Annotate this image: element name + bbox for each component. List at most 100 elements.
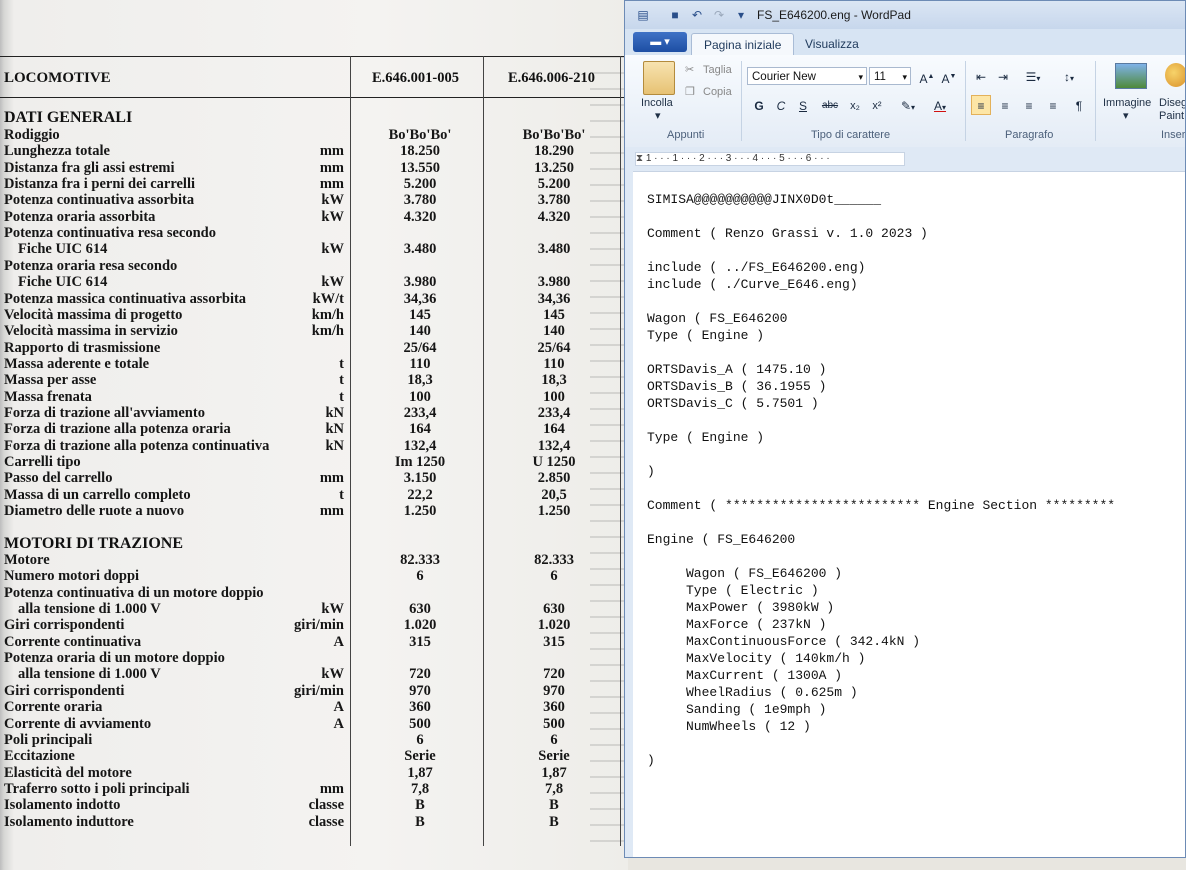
spec-value-series-2: 18,3 bbox=[541, 372, 567, 389]
font-family-select[interactable]: Courier New ▾ bbox=[747, 67, 867, 85]
justify-button[interactable]: ≡ bbox=[1043, 95, 1063, 115]
insert-paint-drawing-button[interactable]: Disegno di Paint bbox=[1159, 97, 1185, 123]
spec-label: Traferro sotto i poli principali bbox=[4, 780, 190, 797]
header-series-2: E.646.006-210 bbox=[508, 70, 595, 86]
line-spacing-button[interactable]: ↕▾ bbox=[1055, 66, 1083, 86]
chevron-down-icon: ▾ bbox=[858, 72, 863, 82]
table-row: Fiche UIC 614 kW 3.980 3.980 bbox=[0, 274, 628, 290]
spec-label: Potenza oraria di un motore doppio bbox=[4, 650, 225, 667]
table-row: Massa frenata t 100 100 bbox=[0, 389, 628, 405]
spec-label: Numero motori doppi bbox=[4, 568, 140, 585]
bullet-list-button[interactable]: ☰▾ bbox=[1019, 66, 1047, 86]
align-right-button[interactable]: ≡ bbox=[1019, 95, 1039, 115]
copy-button[interactable]: Copia bbox=[703, 86, 732, 98]
spec-value-series-2: Serie bbox=[538, 748, 570, 765]
spec-value-series-1: 132,4 bbox=[403, 437, 437, 454]
group-separator bbox=[1095, 61, 1096, 141]
spec-label: Massa frenata bbox=[4, 388, 92, 405]
redo-icon[interactable]: ↷ bbox=[711, 7, 727, 23]
paste-icon[interactable] bbox=[643, 61, 675, 95]
insert-picture-button[interactable]: Immagine bbox=[1103, 97, 1151, 109]
document-line: MaxContinuousForce ( 342.4kN ) bbox=[647, 634, 921, 649]
spec-label: Corrente oraria bbox=[4, 699, 103, 716]
spec-label: Potenza oraria assorbita bbox=[4, 208, 156, 225]
copy-icon[interactable]: ❐ bbox=[685, 85, 695, 98]
superscript-button[interactable]: x² bbox=[867, 95, 887, 115]
spec-label: Giri corrispondenti bbox=[4, 682, 125, 699]
undo-icon[interactable]: ↶ bbox=[689, 7, 705, 23]
indent-marker-icon[interactable]: ⧗ bbox=[636, 153, 643, 164]
paragraph-settings-button[interactable]: ¶ bbox=[1069, 95, 1089, 115]
spec-value-series-1: 3.980 bbox=[403, 274, 437, 291]
table-row: Poli principali 6 6 bbox=[0, 732, 628, 748]
spec-value-series-1: 630 bbox=[409, 601, 431, 618]
spec-unit: kW bbox=[321, 208, 344, 225]
table-row: Massa aderente e totale t 110 110 bbox=[0, 356, 628, 372]
strikethrough-button[interactable]: abc bbox=[817, 95, 843, 115]
align-center-button[interactable]: ≡ bbox=[995, 95, 1015, 115]
spec-value-series-2: 18.290 bbox=[534, 143, 574, 160]
document-line: Comment ( ************************* Engi… bbox=[647, 498, 1116, 513]
align-left-button[interactable]: ≡ bbox=[971, 95, 991, 115]
app-menu-button[interactable]: ▬ ▾ bbox=[633, 32, 687, 52]
grow-font-button[interactable]: A▲ bbox=[917, 66, 937, 86]
shrink-font-button[interactable]: A▼ bbox=[939, 66, 959, 86]
document-line: Wagon ( FS_E646200 ) bbox=[647, 566, 843, 581]
increase-indent-button[interactable]: ⇥ bbox=[993, 66, 1013, 86]
spec-value-series-2: 233,4 bbox=[537, 404, 571, 421]
spec-value-series-2: 145 bbox=[543, 306, 565, 323]
spec-unit: mm bbox=[319, 159, 344, 176]
spec-unit: A bbox=[333, 633, 344, 650]
spec-unit: kN bbox=[325, 437, 344, 454]
document-line: Type ( Engine ) bbox=[647, 328, 765, 343]
document-line: include ( ./Curve_E646.eng) bbox=[647, 277, 858, 292]
cut-button[interactable]: Taglia bbox=[703, 64, 732, 76]
save-icon[interactable]: ■ bbox=[667, 7, 683, 23]
tab-view[interactable]: Visualizza bbox=[793, 33, 871, 55]
ruler[interactable]: ⧗ 1 · · · 1 · · · 2 · · · 3 · · · 4 · · … bbox=[625, 147, 1185, 171]
spec-value-series-2: 6 bbox=[550, 568, 558, 585]
quick-access-dropdown-icon[interactable]: ▾ bbox=[733, 7, 749, 23]
font-size-select[interactable]: 11 ▾ bbox=[869, 67, 911, 85]
spec-label: Giri corrispondenti bbox=[4, 617, 125, 634]
spec-value-series-2: 100 bbox=[543, 388, 565, 405]
group-label-insert: Inserisci bbox=[1161, 129, 1186, 141]
subscript-button[interactable]: x₂ bbox=[845, 95, 865, 115]
cut-icon[interactable]: ✂ bbox=[685, 63, 694, 76]
spec-value-series-1: 100 bbox=[409, 388, 431, 405]
paint-palette-icon[interactable] bbox=[1165, 63, 1185, 87]
table-row: Isolamento indotto classe B B bbox=[0, 797, 628, 813]
underline-button[interactable]: S bbox=[793, 95, 813, 115]
ruler-scale[interactable]: ⧗ 1 · · · 1 · · · 2 · · · 3 · · · 4 · · … bbox=[635, 152, 905, 166]
bold-button[interactable]: G bbox=[749, 95, 769, 115]
highlight-color-button[interactable]: ✎▾ bbox=[893, 95, 923, 115]
spec-value-series-2: B bbox=[549, 797, 559, 814]
group-label-font: Tipo di carattere bbox=[811, 129, 891, 141]
spec-unit: kN bbox=[325, 421, 344, 438]
italic-button[interactable]: C bbox=[771, 95, 791, 115]
text-color-button[interactable]: A▾ bbox=[925, 95, 955, 115]
group-label-clipboard: Appunti bbox=[667, 129, 705, 141]
ribbon-tabs: ▬ ▾ Pagina iniziale Visualizza bbox=[625, 29, 1185, 56]
paste-button[interactable]: Incolla bbox=[641, 97, 673, 109]
decrease-indent-button[interactable]: ⇤ bbox=[971, 66, 991, 86]
table-row: Forza di trazione all'avviamento kN 233,4 2… bbox=[0, 405, 628, 421]
paste-dropdown-icon[interactable]: ▾ bbox=[655, 109, 661, 122]
spec-value-series-1: 6 bbox=[416, 568, 424, 585]
picture-icon[interactable] bbox=[1115, 63, 1147, 89]
spec-unit: classe bbox=[308, 813, 344, 830]
table-row: Eccitazione Serie Serie bbox=[0, 748, 628, 764]
spec-value-series-2: 5.200 bbox=[537, 176, 571, 193]
tab-home[interactable]: Pagina iniziale bbox=[691, 33, 795, 56]
spec-unit: kW bbox=[321, 241, 344, 258]
table-row: Velocità massima di progetto km/h 145 145 bbox=[0, 307, 628, 323]
scanned-spec-sheet: LOCOMOTIVE E.646.001-005 E.646.006-210 D… bbox=[0, 0, 628, 870]
document-area[interactable]: SIMISA@@@@@@@@@@JINX0D0t______ Comment ( … bbox=[633, 171, 1185, 857]
document-line: SIMISA@@@@@@@@@@JINX0D0t______ bbox=[647, 192, 882, 207]
spec-value-series-2: 3.480 bbox=[537, 241, 571, 258]
picture-dropdown-icon[interactable]: ▾ bbox=[1123, 109, 1129, 122]
document-line: MaxCurrent ( 1300A ) bbox=[647, 668, 843, 683]
spec-value-series-1: 140 bbox=[409, 323, 431, 340]
document-line: ) bbox=[647, 464, 655, 479]
wordpad-app-icon[interactable]: ▤ bbox=[635, 7, 651, 23]
